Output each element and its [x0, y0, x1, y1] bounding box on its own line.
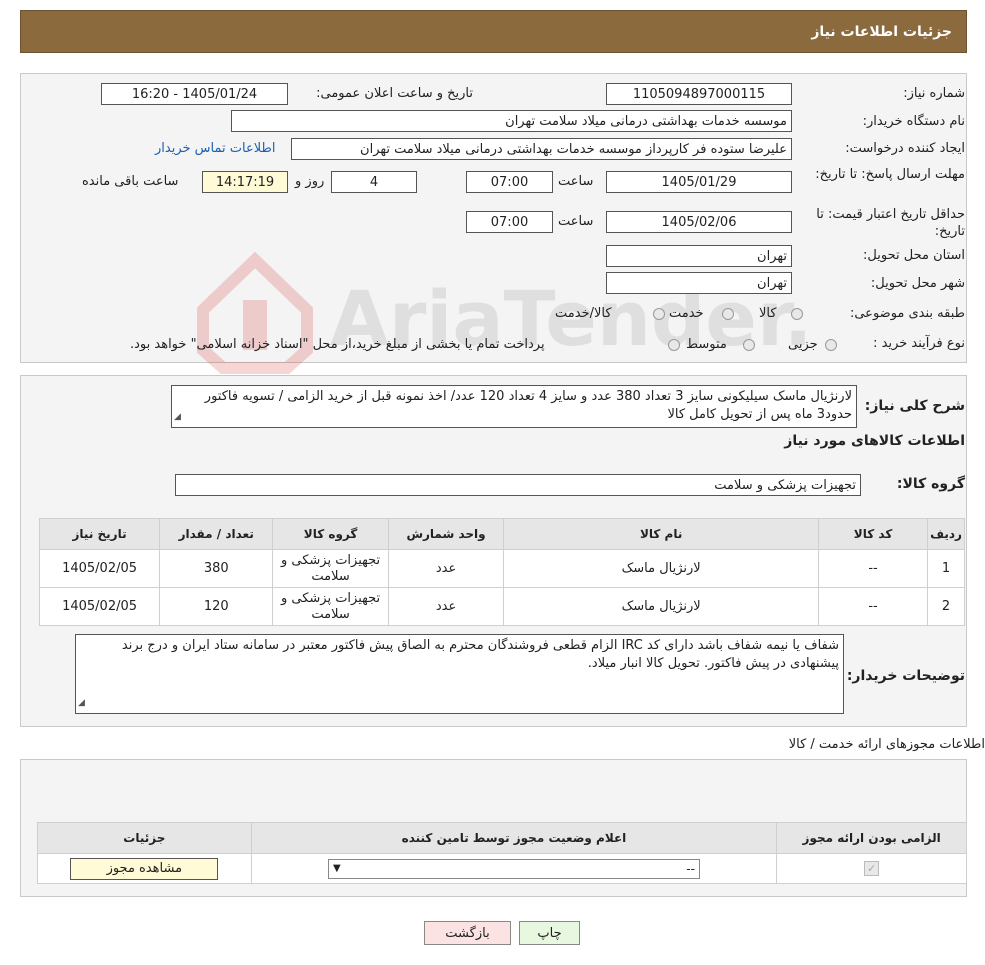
table-row: ✓ -- ▼ مشاهده مجوز [37, 853, 967, 884]
cell-row: 1 [927, 549, 965, 588]
validity-label: حداقل تاریخ اعتبار قیمت: تا تاریخ: [816, 207, 965, 239]
buyer-org-field[interactable]: موسسه خدمات بهداشتی درمانی میلاد سلامت ت… [231, 110, 792, 132]
category-option-both: کالا/خدمت [555, 306, 612, 321]
buyer-notes-textarea[interactable]: شفاف یا نیمه شفاف باشد دارای کد IRC الزا… [75, 634, 844, 714]
validity-time-field[interactable]: 07:00 [466, 211, 553, 233]
process-radio-medium[interactable] [743, 339, 755, 351]
announce-field[interactable]: 1405/01/24 - 16:20 [101, 83, 288, 105]
city-field[interactable]: تهران [606, 272, 792, 294]
category-label: طبقه بندی موضوعی: [849, 306, 965, 321]
cell-date: 1405/02/05 [38, 587, 161, 626]
cell-name: لارنژیال ماسک [503, 549, 820, 588]
description-textarea[interactable]: لارنژیال ماسک سیلیکونی سایز 3 تعداد 380 … [171, 385, 857, 428]
province-label: استان محل تحویل: [863, 248, 965, 263]
permits-section-title: اطلاعات مجوزهای ارائه خدمت / کالا [788, 737, 985, 752]
buyer-contact-link[interactable]: اطلاعات تماس خریدار [155, 141, 275, 156]
cell-code: -- [818, 549, 929, 588]
col-status: اعلام وضعیت مجوز توسط تامین کننده [250, 822, 778, 854]
days-label: روز و [295, 174, 325, 189]
permit-details-cell: مشاهده مجوز [37, 853, 252, 884]
cell-qty: 120 [159, 587, 274, 626]
category-radio-both[interactable] [653, 308, 665, 320]
col-details: جزئیات [37, 822, 252, 854]
table-row[interactable]: 2 -- لارنژیال ماسک عدد تجهیزات پزشکی و س… [38, 587, 965, 626]
description-text: لارنژیال ماسک سیلیکونی سایز 3 تعداد 380 … [204, 389, 852, 422]
back-button[interactable]: بازگشت [424, 921, 511, 945]
process-radio-small[interactable] [825, 339, 837, 351]
process-label: نوع فرآیند خرید : [873, 336, 965, 351]
validity-date-field[interactable]: 1405/02/06 [606, 211, 792, 233]
process-option-small: جزیی [788, 337, 818, 352]
process-note: پرداخت تمام یا بخشی از مبلغ خرید،از محل … [130, 337, 545, 352]
col-unit: واحد شمارش [387, 518, 505, 550]
cell-qty: 380 [159, 549, 274, 588]
cell-code: -- [818, 587, 929, 626]
deadline-time-field[interactable]: 07:00 [466, 171, 553, 193]
category-radio-service[interactable] [722, 308, 734, 320]
col-group: گروه کالا [272, 518, 389, 550]
cell-group: تجهیزات پزشکی و سلامت [272, 587, 389, 626]
permit-status-select[interactable]: -- ▼ [327, 858, 700, 879]
col-row: ردیف [927, 518, 965, 550]
requester-field[interactable]: علیرضا ستوده فر کارپرداز موسسه خدمات بهد… [291, 138, 792, 160]
goods-table-header: ردیف کد کالا نام کالا واحد شمارش گروه کا… [38, 518, 965, 550]
deadline-time-label: ساعت [558, 174, 594, 189]
buyer-notes-label: توضیحات خریدار: [846, 668, 965, 684]
page-header: جزئیات اطلاعات نیاز [20, 10, 967, 53]
city-label: شهر محل تحویل: [870, 276, 965, 291]
deadline-label: مهلت ارسال پاسخ: تا تاریخ: [815, 167, 965, 182]
days-field[interactable]: 4 [331, 171, 417, 193]
permit-status-cell: -- ▼ [250, 853, 778, 884]
col-qty: تعداد / مقدار [159, 518, 274, 550]
table-row[interactable]: 1 -- لارنژیال ماسک عدد تجهیزات پزشکی و س… [38, 549, 965, 588]
permits-table: الزامی بودن ارائه مجوز اعلام وضعیت مجوز … [37, 822, 967, 884]
col-required: الزامی بودن ارائه مجوز [776, 822, 967, 854]
col-date: تاریخ نیاز [38, 518, 161, 550]
permits-table-header: الزامی بودن ارائه مجوز اعلام وضعیت مجوز … [37, 822, 967, 854]
col-name: نام کالا [503, 518, 820, 550]
category-option-service: خدمت [669, 306, 704, 321]
remaining-label: ساعت باقی مانده [82, 174, 179, 189]
process-option-medium: متوسط [686, 337, 727, 352]
goods-group-label: گروه کالا: [896, 476, 965, 492]
announce-label: تاریخ و ساعت اعلان عمومی: [316, 86, 473, 101]
resize-grip-icon[interactable]: ◢ [78, 694, 85, 712]
col-code: کد کالا [818, 518, 929, 550]
buyer-org-label: نام دستگاه خریدار: [862, 114, 965, 129]
need-number-field[interactable]: 1105094897000115 [606, 83, 792, 105]
need-number-label: شماره نیاز: [903, 86, 965, 101]
required-checkbox[interactable]: ✓ [864, 861, 880, 876]
cell-unit: عدد [387, 587, 505, 626]
deadline-date-field[interactable]: 1405/01/29 [606, 171, 792, 193]
process-radio-treasury[interactable] [668, 339, 680, 351]
description-label: شرح کلی نیاز: [864, 398, 965, 414]
province-field[interactable]: تهران [606, 245, 792, 267]
cell-group: تجهیزات پزشکی و سلامت [272, 549, 389, 588]
requester-label: ایجاد کننده درخواست: [845, 141, 965, 156]
goods-table: ردیف کد کالا نام کالا واحد شمارش گروه کا… [38, 518, 965, 626]
category-option-goods: کالا [759, 306, 777, 321]
goods-section-title: اطلاعات کالاهای مورد نیاز [784, 433, 965, 449]
page-title: جزئیات اطلاعات نیاز [811, 23, 952, 40]
print-button[interactable]: چاپ [519, 921, 580, 945]
buyer-notes-text: شفاف یا نیمه شفاف باشد دارای کد IRC الزا… [121, 638, 839, 671]
category-radio-goods[interactable] [791, 308, 803, 320]
cell-unit: عدد [387, 549, 505, 588]
resize-grip-icon[interactable]: ◢ [174, 408, 181, 426]
select-value: -- [686, 861, 695, 876]
cell-row: 2 [927, 587, 965, 626]
permit-required-cell: ✓ [776, 853, 967, 884]
validity-time-label: ساعت [558, 214, 594, 229]
remaining-time-field: 14:17:19 [202, 171, 288, 193]
chevron-down-icon: ▼ [332, 863, 341, 874]
goods-group-field[interactable]: تجهیزات پزشکی و سلامت [175, 474, 861, 496]
cell-name: لارنژیال ماسک [503, 587, 820, 626]
view-permit-button[interactable]: مشاهده مجوز [70, 857, 219, 880]
cell-date: 1405/02/05 [38, 549, 161, 588]
